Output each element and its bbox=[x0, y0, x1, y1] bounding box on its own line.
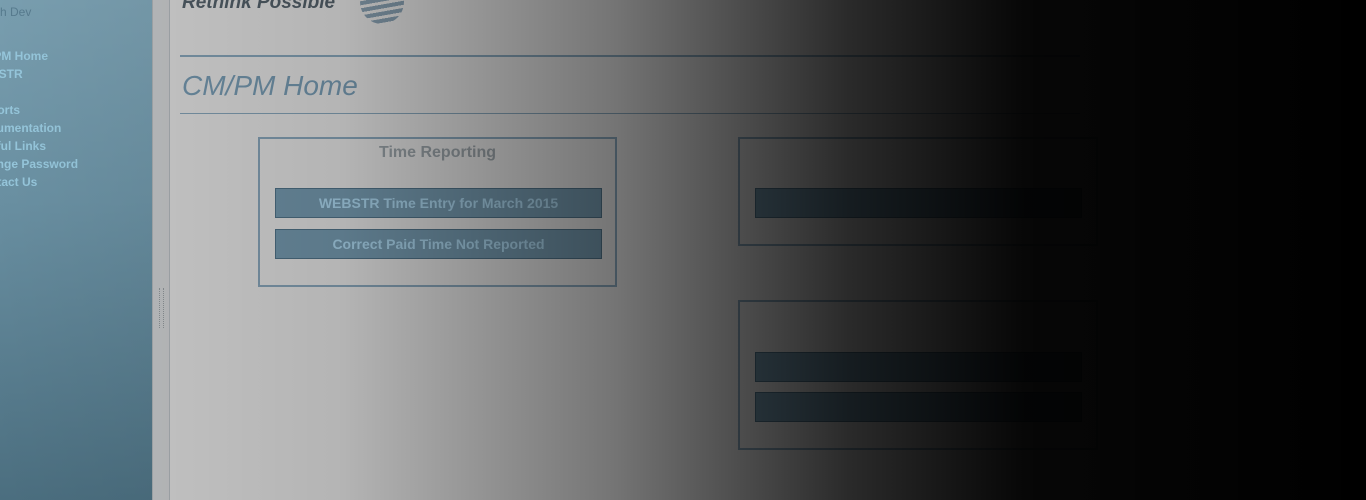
sidebar-item-documentation[interactable]: cumentation bbox=[0, 119, 78, 137]
panel-button[interactable] bbox=[755, 352, 1082, 382]
main-content: Rethink Possible CM/PM Home Time Reporti… bbox=[170, 0, 1366, 500]
sidebar-item-change-password[interactable]: ange Password bbox=[0, 155, 78, 173]
sidebar-item-webstr[interactable]: BSTR bbox=[0, 65, 78, 83]
page-title: CM/PM Home bbox=[182, 70, 358, 101]
sidebar-item-contact-us[interactable]: ntact Us bbox=[0, 173, 78, 191]
panel-button[interactable] bbox=[755, 392, 1082, 422]
globe-logo-icon bbox=[360, 0, 404, 24]
environment-label: h Dev bbox=[0, 5, 32, 19]
sidebar-item-t[interactable]: T bbox=[0, 83, 78, 101]
sidebar: h Dev /PM Home BSTR T ports cumentation … bbox=[0, 0, 152, 500]
second-panel bbox=[738, 137, 1098, 246]
time-reporting-panel: Time Reporting WEBSTR Time Entry for Mar… bbox=[258, 137, 617, 287]
sidebar-item-useful-links[interactable]: eful Links bbox=[0, 137, 78, 155]
title-divider bbox=[180, 113, 1080, 114]
sidebar-nav: /PM Home BSTR T ports cumentation eful L… bbox=[0, 47, 78, 191]
webstr-time-entry-button[interactable]: WEBSTR Time Entry for March 2015 bbox=[275, 188, 602, 218]
sidebar-item-reports[interactable]: ports bbox=[0, 101, 78, 119]
third-panel bbox=[738, 300, 1098, 450]
panel-title: Time Reporting bbox=[378, 144, 497, 161]
splitter-grip-icon[interactable] bbox=[159, 288, 164, 328]
panel-button[interactable] bbox=[755, 188, 1082, 218]
sidebar-item-home[interactable]: /PM Home bbox=[0, 47, 78, 65]
header-divider bbox=[180, 55, 1080, 57]
correct-paid-time-button[interactable]: Correct Paid Time Not Reported bbox=[275, 229, 602, 259]
brand-tagline: Rethink Possible bbox=[182, 0, 336, 13]
frame-splitter[interactable] bbox=[152, 0, 170, 500]
